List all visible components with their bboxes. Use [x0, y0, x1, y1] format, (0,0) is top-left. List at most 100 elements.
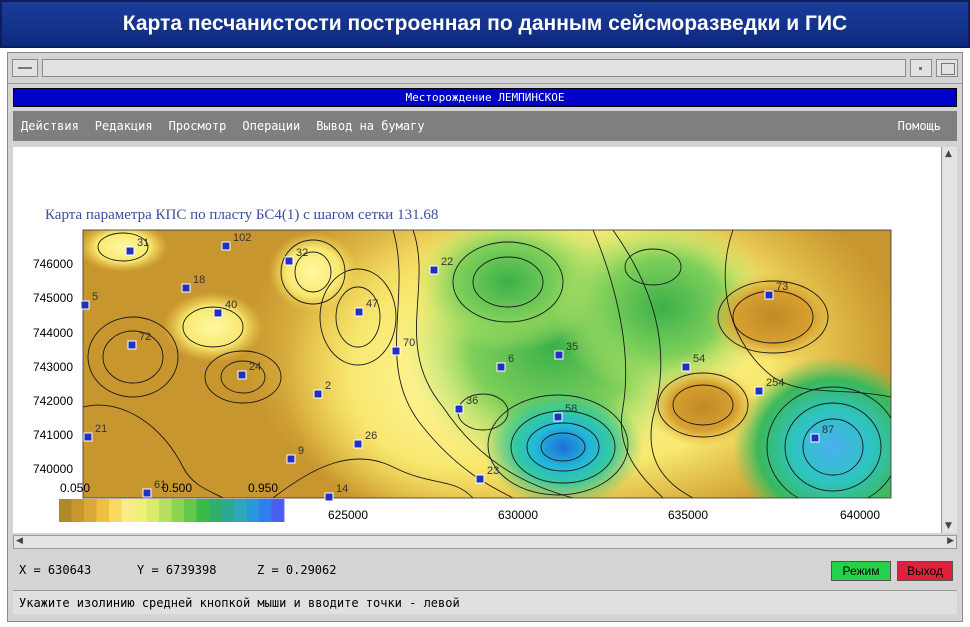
- well-marker[interactable]: [391, 346, 401, 356]
- y-tick: 741000: [33, 428, 73, 442]
- well-marker[interactable]: [475, 474, 485, 484]
- x-tick: 635000: [668, 508, 708, 522]
- well-marker[interactable]: [324, 492, 334, 502]
- well-label: 73: [776, 281, 788, 293]
- scroll-left-icon[interactable]: ◀: [16, 536, 23, 546]
- legend-swatch: [84, 499, 97, 522]
- well-marker[interactable]: [237, 370, 247, 380]
- well-marker[interactable]: [764, 290, 774, 300]
- well-label: 31: [137, 237, 149, 249]
- well-marker[interactable]: [554, 350, 564, 360]
- well-label: 6: [508, 353, 514, 365]
- well-label: 23: [487, 465, 499, 477]
- instruction-line: Укажите изолинию средней кнопкой мыши и …: [13, 590, 957, 614]
- x-tick: 625000: [328, 508, 368, 522]
- well-marker[interactable]: [353, 439, 363, 449]
- legend-panel: 0.050 0.500 0.950: [59, 481, 285, 522]
- exit-button[interactable]: Выход: [897, 561, 953, 581]
- well-marker[interactable]: [181, 283, 191, 293]
- well-marker[interactable]: [754, 386, 764, 396]
- well-label: 26: [365, 430, 377, 442]
- well-label: 87: [822, 424, 834, 436]
- y-coordinate: Y = 6739398: [137, 563, 217, 577]
- well-marker[interactable]: [681, 362, 691, 372]
- legend-swatch: [234, 499, 247, 522]
- well-marker[interactable]: [213, 308, 223, 318]
- legend-swatch: [159, 499, 172, 522]
- map-title: Карта параметра КПС по пласту БС4(1) с ш…: [45, 207, 438, 223]
- y-tick: 740000: [33, 462, 73, 476]
- well-marker[interactable]: [125, 246, 135, 256]
- menu-help[interactable]: Помощь: [898, 119, 941, 133]
- legend-swatch: [221, 499, 235, 522]
- well-marker[interactable]: [83, 432, 93, 442]
- menu-view[interactable]: Просмотр: [169, 119, 227, 133]
- maximize-button[interactable]: [936, 59, 958, 77]
- y-tick: 742000: [33, 394, 73, 408]
- legend-swatch: [196, 499, 210, 522]
- legend-label-high: 0.950: [248, 481, 278, 495]
- slide-banner: Карта песчанистости построенная по данны…: [0, 0, 970, 48]
- well-marker[interactable]: [80, 300, 90, 310]
- well-marker[interactable]: [496, 362, 506, 372]
- y-tick: 745000: [33, 291, 73, 305]
- vertical-scrollbar[interactable]: ▲ ▼: [941, 147, 957, 533]
- menu-edit[interactable]: Редакция: [95, 119, 153, 133]
- legend-swatch: [134, 499, 147, 522]
- legend-swatch: [96, 499, 110, 522]
- window-titlebar: [8, 53, 962, 84]
- legend-label-mid: 0.500: [162, 481, 192, 495]
- menu-print[interactable]: Вывод на бумагу: [316, 119, 424, 133]
- well-label: 58: [565, 403, 577, 415]
- z-value: Z = 0.29062: [257, 563, 337, 577]
- map-canvas[interactable]: Карта параметра КПС по пласту БС4(1) с ш…: [13, 147, 941, 533]
- field-title-bar: Месторождение ЛЕМПИНСКОЕ: [13, 88, 957, 107]
- mode-button[interactable]: Режим: [831, 561, 891, 581]
- well-label: 72: [139, 331, 151, 343]
- legend-swatch: [71, 499, 85, 522]
- well-marker[interactable]: [284, 256, 294, 266]
- well-label: 35: [566, 341, 578, 353]
- well-label: 40: [225, 299, 237, 311]
- titlebar-field: [42, 59, 906, 77]
- legend-label-low: 0.050: [60, 481, 90, 495]
- minimize-button[interactable]: [910, 59, 932, 77]
- application-window: Месторождение ЛЕМПИНСКОЕ Действия Редакц…: [7, 52, 963, 622]
- menu-actions[interactable]: Действия: [21, 119, 79, 133]
- x-tick: 630000: [498, 508, 538, 522]
- well-marker[interactable]: [454, 404, 464, 414]
- menu-bar: Действия Редакция Просмотр Операции Выво…: [13, 111, 957, 141]
- y-axis-labels: 746000 745000 744000 743000 742000 74100…: [33, 257, 73, 476]
- scroll-up-icon[interactable]: ▲: [945, 149, 952, 159]
- menu-operations[interactable]: Операции: [242, 119, 300, 133]
- well-label: 9: [298, 445, 304, 457]
- window-menu-button[interactable]: [12, 59, 38, 77]
- well-label: 2: [325, 380, 331, 392]
- well-label: 14: [336, 483, 348, 495]
- well-marker[interactable]: [313, 389, 323, 399]
- well-marker[interactable]: [810, 433, 820, 443]
- legend-swatch: [246, 499, 260, 522]
- well-marker[interactable]: [553, 412, 563, 422]
- well-marker[interactable]: [354, 307, 364, 317]
- well-label: 21: [95, 423, 107, 435]
- well-label: 5: [92, 291, 98, 303]
- legend-swatch: [259, 499, 272, 522]
- banner-title: Карта песчанистости построенная по данны…: [122, 12, 848, 35]
- legend-swatch: [271, 499, 285, 522]
- y-tick: 743000: [33, 360, 73, 374]
- legend-swatch: [184, 499, 197, 522]
- well-marker[interactable]: [127, 340, 137, 350]
- scroll-down-icon[interactable]: ▼: [945, 521, 952, 531]
- well-marker[interactable]: [429, 265, 439, 275]
- well-marker[interactable]: [221, 241, 231, 251]
- y-tick: 746000: [33, 257, 73, 271]
- scroll-right-icon[interactable]: ▶: [947, 536, 954, 546]
- horizontal-scrollbar[interactable]: ◀ ▶: [13, 535, 957, 549]
- well-marker[interactable]: [286, 454, 296, 464]
- x-tick: 640000: [840, 508, 880, 522]
- well-label: 24: [249, 361, 261, 373]
- well-label: 102: [233, 232, 251, 244]
- field-title: Месторождение ЛЕМПИНСКОЕ: [405, 91, 565, 104]
- status-bar: X = 630643 Y = 6739398 Z = 0.29062 Режим…: [13, 555, 957, 585]
